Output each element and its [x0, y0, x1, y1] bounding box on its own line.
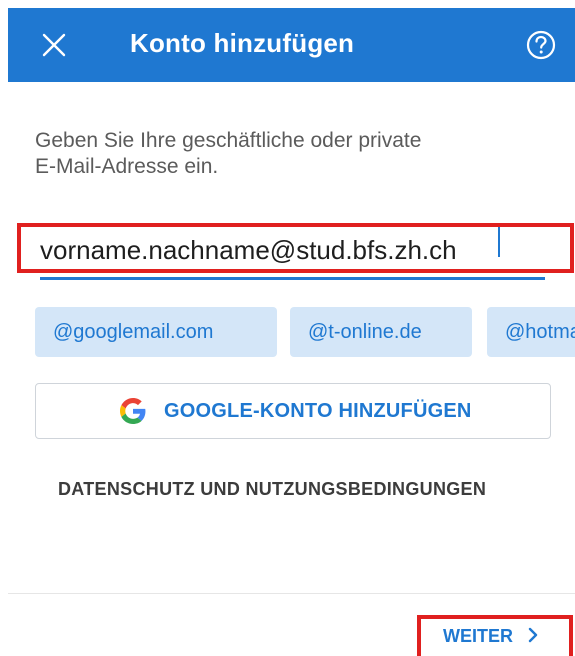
email-field-underline [40, 277, 545, 280]
domain-chip-t-online[interactable]: @t-online.de [290, 307, 472, 357]
domain-chip-googlemail[interactable]: @googlemail.com [35, 307, 277, 357]
google-g-icon [120, 398, 146, 424]
page-title: Konto hinzufügen [130, 28, 355, 58]
close-button[interactable] [36, 27, 72, 63]
email-field-container [40, 225, 545, 283]
add-google-account-button[interactable]: GOOGLE-KONTO HINZUFÜGEN [35, 383, 551, 439]
add-google-account-label: GOOGLE-KONTO HINZUFÜGEN [164, 400, 472, 422]
next-button-label: WEITER [443, 626, 513, 646]
app-bar: Konto hinzufügen [8, 8, 575, 82]
help-circle-icon [526, 30, 556, 60]
privacy-terms-link[interactable]: DATENSCHUTZ UND NUTZUNGSBEDINGUNGEN [58, 479, 486, 500]
text-cursor [498, 227, 500, 257]
help-button[interactable] [523, 27, 559, 63]
email-field[interactable] [40, 225, 545, 275]
footer-divider [8, 593, 575, 594]
email-prompt-line-2: E-Mail-Adresse ein. [35, 155, 219, 178]
close-icon [42, 33, 66, 57]
next-button[interactable]: WEITER [443, 626, 540, 652]
chevron-right-icon [528, 627, 538, 643]
domain-chip-hotmail[interactable]: @hotmail.com [487, 307, 575, 357]
domain-suggestions: @googlemail.com @t-online.de @hotmail.co… [35, 307, 575, 357]
email-prompt-line-1: Geben Sie Ihre geschäftliche oder privat… [35, 129, 422, 152]
email-prompt: Geben Sie Ihre geschäftliche oder privat… [35, 128, 535, 180]
